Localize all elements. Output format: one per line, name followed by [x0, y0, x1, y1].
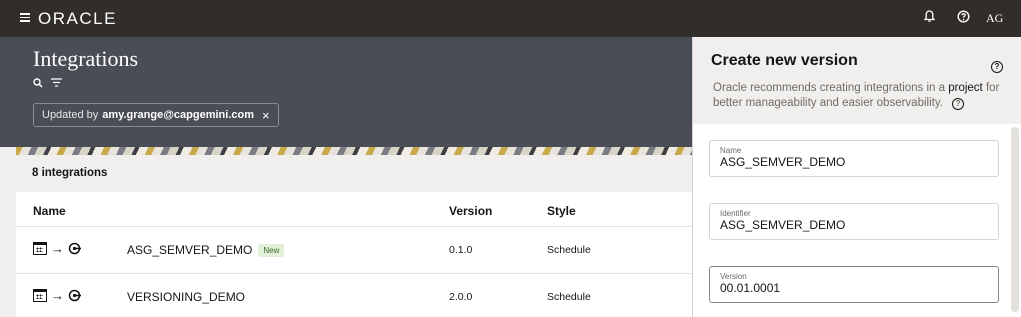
- close-icon[interactable]: ×: [262, 108, 270, 123]
- identifier-field-value[interactable]: ASG_SEMVER_DEMO: [720, 218, 998, 233]
- new-badge: New: [258, 244, 285, 257]
- name-field-label: Name: [720, 146, 742, 155]
- filter-chip-value: amy.grange@capgemini.com: [102, 109, 254, 121]
- version-field-label: Version: [720, 272, 747, 281]
- table-row[interactable]: → VERSIONING_DEMO 2.0.0 Schedule: [16, 273, 692, 317]
- page-title: Integrations: [33, 46, 139, 71]
- integration-name-text[interactable]: ASG_SEMVER_DEMO: [127, 243, 252, 257]
- integration-count: 8 integrations: [32, 167, 108, 179]
- calendar-icon: [33, 289, 47, 302]
- search-icon[interactable]: [33, 78, 43, 91]
- arrow-right-icon: →: [51, 241, 64, 256]
- integration-style: Schedule: [547, 244, 591, 256]
- column-header-name[interactable]: Name: [33, 204, 66, 218]
- schedule-trigger-icon: →: [33, 288, 81, 303]
- identifier-field[interactable]: Identifier ASG_SEMVER_DEMO: [709, 203, 999, 240]
- invoke-icon: [68, 289, 81, 302]
- name-field[interactable]: Name ASG_SEMVER_DEMO: [709, 140, 999, 177]
- top-bar: ORACLE AG: [0, 0, 1021, 37]
- filter-chip: Updated by amy.grange@capgemini.com ×: [33, 103, 279, 127]
- column-header-version[interactable]: Version: [449, 204, 492, 218]
- oracle-logo[interactable]: ORACLE: [38, 9, 117, 29]
- help-icon[interactable]: [955, 10, 971, 27]
- help-icon[interactable]: ?: [952, 98, 965, 110]
- calendar-icon: [33, 242, 47, 255]
- drawer-title: Create new version: [711, 52, 858, 69]
- filter-icon[interactable]: [51, 78, 62, 90]
- integration-style: Schedule: [547, 291, 591, 303]
- integrations-table: Name Version Style → ASG_SEMVER_DEMO New …: [16, 192, 692, 317]
- list-header: 8 integrations: [16, 155, 692, 192]
- identifier-field-label: Identifier: [720, 209, 751, 218]
- filter-chip-prefix: Updated by: [42, 109, 99, 121]
- name-field-value[interactable]: ASG_SEMVER_DEMO: [720, 155, 998, 170]
- invoke-icon: [68, 242, 81, 255]
- help-icon[interactable]: ?: [991, 56, 1003, 74]
- drawer-header: Create new version ? Oracle recommends c…: [693, 37, 1021, 124]
- project-link[interactable]: project: [948, 82, 983, 94]
- drawer-description: Oracle recommends creating integrations …: [713, 81, 1008, 111]
- drawer-form: Name ASG_SEMVER_DEMO Identifier ASG_SEMV…: [693, 124, 1021, 317]
- decorative-banner: [16, 147, 692, 155]
- arrow-right-icon: →: [51, 288, 64, 303]
- user-avatar[interactable]: AG: [986, 11, 1003, 26]
- table-row[interactable]: → ASG_SEMVER_DEMO New 0.1.0 Schedule: [16, 226, 692, 272]
- version-field[interactable]: Version 00.01.0001: [709, 266, 999, 303]
- description-text: Oracle recommends creating integrations …: [713, 82, 949, 94]
- column-header-style[interactable]: Style: [547, 204, 576, 218]
- page-header: Integrations Updated by amy.grange@capge…: [0, 37, 692, 147]
- schedule-trigger-icon: →: [33, 241, 81, 256]
- integration-name[interactable]: VERSIONING_DEMO: [127, 290, 245, 304]
- integration-name-text[interactable]: VERSIONING_DEMO: [127, 290, 245, 304]
- create-version-drawer: Create new version ? Oracle recommends c…: [692, 37, 1021, 317]
- menu-icon[interactable]: [20, 13, 30, 22]
- integration-version: 0.1.0: [449, 244, 473, 256]
- integration-version: 2.0.0: [449, 291, 473, 303]
- drawer-scrollbar[interactable]: [1011, 127, 1019, 312]
- bell-icon[interactable]: [921, 10, 937, 27]
- integration-name[interactable]: ASG_SEMVER_DEMO New: [127, 243, 285, 257]
- version-field-value[interactable]: 00.01.0001: [720, 281, 998, 296]
